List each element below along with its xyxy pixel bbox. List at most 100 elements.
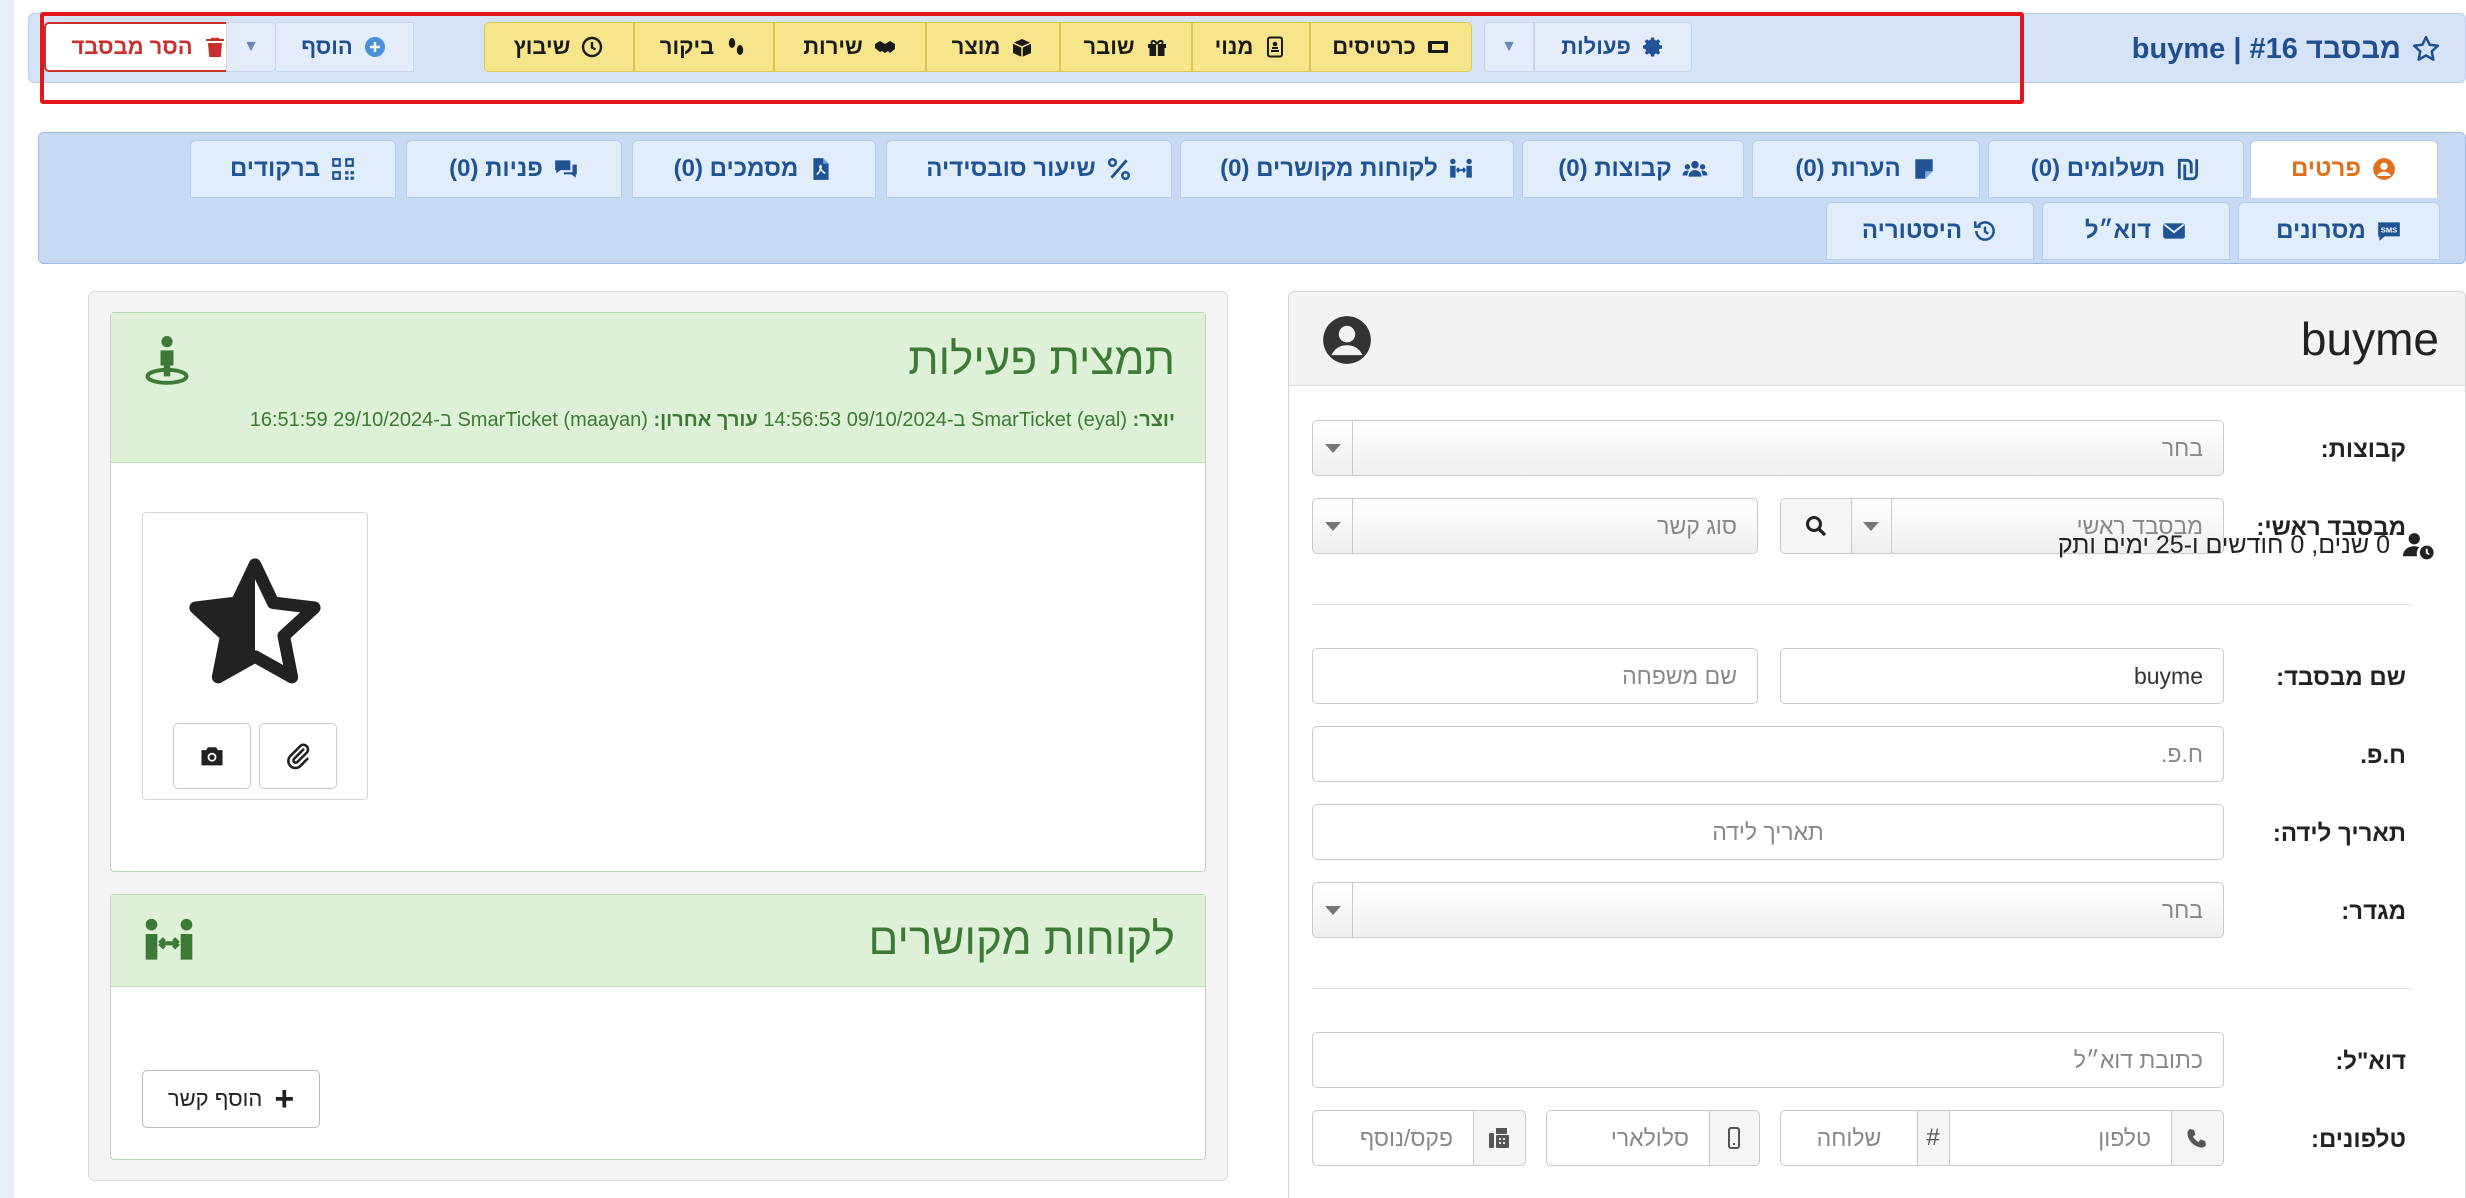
gender-label: מגדר: [2341, 898, 2406, 925]
shekel-icon [2178, 158, 2199, 181]
phone-input[interactable]: טלפון [1948, 1110, 2172, 1166]
mobile-input[interactable]: סלולארי [1546, 1110, 1710, 1166]
tab-groups[interactable]: קבוצות (0) [1522, 140, 1744, 198]
tab-linked-customers[interactable]: לקוחות מקושרים (0) [1180, 140, 1514, 198]
add-button[interactable]: הוסף [274, 22, 414, 72]
email-label: דוא"ל: [2335, 1048, 2406, 1075]
tab-notes[interactable]: הערות (0) [1752, 140, 1980, 198]
tab-label: לקוחות מקושרים (0) [1220, 155, 1438, 182]
toolbar-item-label: שירות [803, 34, 863, 59]
chevron-down-icon: ▼ [243, 38, 259, 55]
phone-placeholder: טלפון [2098, 1124, 2151, 1151]
mobile-addon [1708, 1110, 1760, 1166]
customer-name-label: שם מבסבד: [2276, 664, 2406, 691]
ticket-icon [1427, 41, 1448, 53]
chevron-down-icon [1313, 499, 1353, 553]
toolbar-item-tickets[interactable]: כרטיסים [1310, 22, 1472, 72]
tab-history[interactable]: היסטוריה [1826, 202, 2034, 260]
company-id-label: ח.פ. [2360, 742, 2406, 769]
trash-icon [205, 37, 224, 57]
tab-payments[interactable]: תשלומים (0) [1988, 140, 2244, 198]
page-title: מבסבד #16 | buyme [2132, 14, 2441, 84]
customer-name: buyme [2300, 313, 2439, 365]
gender-select[interactable]: בחר [1312, 882, 2224, 938]
percent-icon [1107, 157, 1130, 181]
last-name-input[interactable]: שם משפחה [1312, 648, 1758, 704]
groups-select-value: בחר [2161, 434, 2203, 461]
tab-label: דוא״ל [2084, 217, 2152, 244]
tab-sms[interactable]: SMS מסרונים [2238, 202, 2440, 260]
mobile-placeholder: סלולארי [1610, 1124, 1689, 1151]
gift-icon [1147, 40, 1166, 56]
main-customer-search-button[interactable] [1780, 498, 1852, 554]
chevron-down-icon [1313, 421, 1353, 475]
tab-details[interactable]: פרטים [2250, 140, 2438, 198]
phones-label: טלפונים: [2310, 1126, 2406, 1153]
fax-input[interactable]: פקס/נוסף [1312, 1110, 1474, 1166]
email-input[interactable]: כתובת דוא״ל [1312, 1032, 2224, 1088]
toolbar-item-product[interactable]: מוצר [926, 22, 1060, 72]
toolbar-item-visit[interactable]: ביקור [634, 22, 774, 72]
plus-circle-icon [364, 37, 385, 57]
phone-addon [2170, 1110, 2224, 1166]
details-header: buyme [1289, 292, 2465, 386]
add-dropdown-toggle[interactable]: ▼ [226, 22, 276, 72]
groups-select[interactable]: בחר [1312, 420, 2224, 476]
activity-summary-header: תמצית פעילות יוצר: SmarTicket (eyal) ב-0… [111, 313, 1205, 463]
tab-documents[interactable]: מסמכים (0) [632, 140, 876, 198]
half-star-icon [189, 558, 321, 684]
remove-customer-label: הסר מבסבד [71, 34, 193, 59]
toolbar-item-schedule[interactable]: שיבוץ [484, 22, 634, 72]
tab-inquiries[interactable]: פניות (0) [406, 140, 622, 198]
linked-people-icon [145, 918, 193, 960]
tab-label: שיעור סובסידיה [926, 155, 1096, 182]
tab-label: מסמכים (0) [673, 155, 799, 182]
chevron-down-icon [1851, 499, 1891, 553]
form-divider [1312, 988, 2412, 989]
tab-label: תשלומים (0) [2030, 155, 2166, 182]
tab-barcodes[interactable]: ברקודים [190, 140, 396, 198]
chevron-down-icon [1313, 883, 1353, 937]
birth-date-input[interactable]: תאריך לידה [1312, 804, 2224, 860]
actions-button[interactable]: פעולות [1534, 22, 1692, 72]
tab-label: ברקודים [229, 155, 321, 182]
toolbar-item-subscription[interactable]: מנוי [1192, 22, 1310, 72]
add-link-label: הוסף קשר [167, 1086, 263, 1111]
svg-text:SMS: SMS [2381, 226, 2397, 235]
toolbar-item-label: מוצר [951, 34, 1001, 59]
extension-input[interactable]: שלוחה [1780, 1110, 1918, 1166]
handshake-icon [874, 41, 895, 53]
remove-customer-button[interactable]: הסר מבסבד [44, 22, 254, 72]
relation-type-placeholder: סוג קשר [1657, 512, 1737, 539]
box-icon [1013, 39, 1032, 57]
toolbar-item-label: כרטיסים [1332, 34, 1416, 59]
tab-label: פניות (0) [449, 155, 543, 182]
rating-card [142, 512, 368, 800]
id-card-icon [1267, 36, 1284, 58]
first-name-input[interactable]: buyme [1780, 648, 2224, 704]
tab-email[interactable]: דוא״ל [2042, 202, 2230, 260]
hash-icon: # [1926, 1124, 1940, 1151]
relation-type-select[interactable]: סוג קשר [1312, 498, 1758, 554]
plus-icon: + [274, 1080, 295, 1118]
linked-people-icon [1450, 158, 1472, 178]
attach-button[interactable] [259, 723, 337, 789]
toolbar-item-voucher[interactable]: שובר [1060, 22, 1192, 72]
add-link-button[interactable]: + הוסף קשר [142, 1070, 320, 1128]
toolbar-item-label: ביקור [659, 34, 715, 59]
star-icon [2412, 35, 2440, 61]
sms-icon: SMS [2377, 222, 2400, 241]
first-name-value: buyme [2133, 662, 2203, 689]
toolbar-item-service[interactable]: שירות [774, 22, 926, 72]
toolbar-item-label: שובר [1083, 34, 1135, 59]
activity-meta: יוצר: SmarTicket (eyal) ב-09/10/2024 14:… [250, 409, 1175, 432]
fax-icon [1489, 1128, 1509, 1148]
note-icon [1915, 159, 1933, 179]
tab-subsidy-rate[interactable]: שיעור סובסידיה [886, 140, 1172, 198]
birth-date-label: תאריך לידה: [2272, 820, 2406, 847]
company-id-input[interactable]: ח.פ. [1312, 726, 2224, 782]
extension-addon: # [1916, 1110, 1950, 1166]
camera-button[interactable] [173, 723, 251, 789]
main-customer-dropdown-toggle[interactable] [1850, 498, 1892, 554]
actions-dropdown-toggle[interactable]: ▼ [1484, 22, 1534, 72]
